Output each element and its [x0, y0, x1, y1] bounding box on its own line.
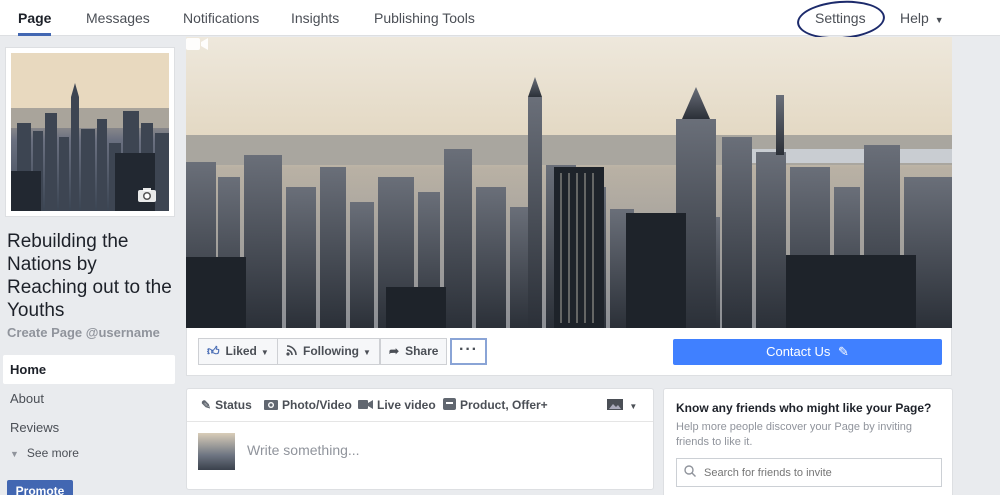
tab-page[interactable]: Page	[18, 0, 52, 36]
composer-tab-photo-video[interactable]: Photo/Video	[264, 398, 352, 412]
more-options-button[interactable]: ···	[450, 338, 487, 365]
promote-button[interactable]: Promote	[7, 480, 73, 495]
caret-down-icon: ▼	[260, 348, 269, 357]
help-menu[interactable]: Help ▼	[900, 0, 944, 36]
live-video-label: Live video	[377, 398, 436, 412]
composer-tab-live-video[interactable]: Live video	[358, 398, 436, 412]
see-more-link[interactable]: ▼ See more	[10, 446, 79, 460]
write-something-input[interactable]: Write something...	[247, 442, 360, 458]
post-composer: ✎ Status Photo/Video Live video Product, …	[186, 388, 654, 490]
leftnav-item-home[interactable]: Home	[3, 355, 175, 384]
status-label: Status	[215, 398, 252, 412]
chevron-down-icon: ▼	[10, 449, 19, 459]
page-title: Rebuilding the Nations by Reaching out t…	[7, 231, 172, 321]
help-label: Help	[900, 10, 929, 26]
invite-friends-description: Help more people discover your Page by i…	[676, 421, 913, 448]
image-icon	[607, 398, 626, 412]
pencil-icon: ✎	[201, 398, 212, 412]
invite-friends-title: Know any friends who might like your Pag…	[676, 401, 932, 415]
see-more-label: See more	[26, 446, 79, 460]
leftnav-item-about[interactable]: About	[3, 384, 175, 413]
product-offer-label: Product, Offer+	[460, 398, 548, 412]
tab-messages[interactable]: Messages	[86, 0, 150, 36]
cover-skyline-graphic	[186, 37, 952, 328]
product-icon	[443, 398, 456, 412]
liked-label: Liked	[225, 344, 257, 358]
tab-insights[interactable]: Insights	[291, 0, 339, 36]
page-action-bar: 👍︎ Liked ▼ Following ▼ ➦ Share ··· Contact U…	[186, 328, 952, 376]
friend-search-input[interactable]	[676, 458, 942, 487]
share-label: Share	[405, 344, 439, 358]
caret-down-icon: ▼	[629, 402, 638, 411]
contact-us-button[interactable]: Contact Us ✎	[673, 339, 942, 365]
liked-button[interactable]: 👍︎ Liked ▼	[198, 338, 278, 365]
composer-tabs: ✎ Status Photo/Video Live video Product, …	[187, 389, 653, 422]
pencil-icon: ✎	[838, 344, 849, 359]
tab-notifications[interactable]: Notifications	[183, 0, 259, 36]
invite-friends-card: Know any friends who might like your Pag…	[663, 388, 953, 495]
search-icon	[684, 465, 696, 477]
following-label: Following	[303, 344, 359, 358]
composer-tab-status[interactable]: ✎ Status	[201, 398, 252, 412]
caret-down-icon: ▼	[363, 348, 371, 357]
video-camera-icon	[358, 398, 373, 412]
camera-icon[interactable]	[137, 187, 157, 203]
caret-down-icon: ▼	[934, 15, 944, 25]
page-top-nav: Page Messages Notifications Insights Pub…	[0, 0, 1000, 43]
share-button[interactable]: ➦ Share	[380, 338, 448, 365]
camera-icon	[264, 398, 278, 412]
photo-video-label: Photo/Video	[282, 398, 352, 412]
tab-publishing-tools[interactable]: Publishing Tools	[374, 0, 475, 36]
create-username-link[interactable]: Create Page @username	[7, 325, 160, 340]
following-button[interactable]: Following ▼	[277, 338, 380, 365]
cover-photo[interactable]	[186, 37, 952, 328]
contact-us-label: Contact Us	[766, 344, 831, 359]
video-camera-icon[interactable]	[186, 37, 208, 51]
share-arrow-icon: ➦	[389, 344, 400, 358]
leftnav-item-reviews[interactable]: Reviews	[3, 413, 175, 442]
page-avatar-thumbnail	[198, 433, 235, 470]
profile-picture[interactable]	[5, 47, 175, 217]
rss-icon	[286, 339, 297, 364]
thumbs-up-icon: 👍︎	[207, 344, 220, 358]
profile-skyline-image	[11, 53, 169, 211]
composer-tab-product-offer[interactable]: Product, Offer+	[443, 398, 548, 412]
left-navigation: Home About Reviews	[3, 355, 175, 442]
settings-annotation-circle	[795, 0, 887, 43]
audience-selector[interactable]: ▼	[607, 398, 637, 412]
